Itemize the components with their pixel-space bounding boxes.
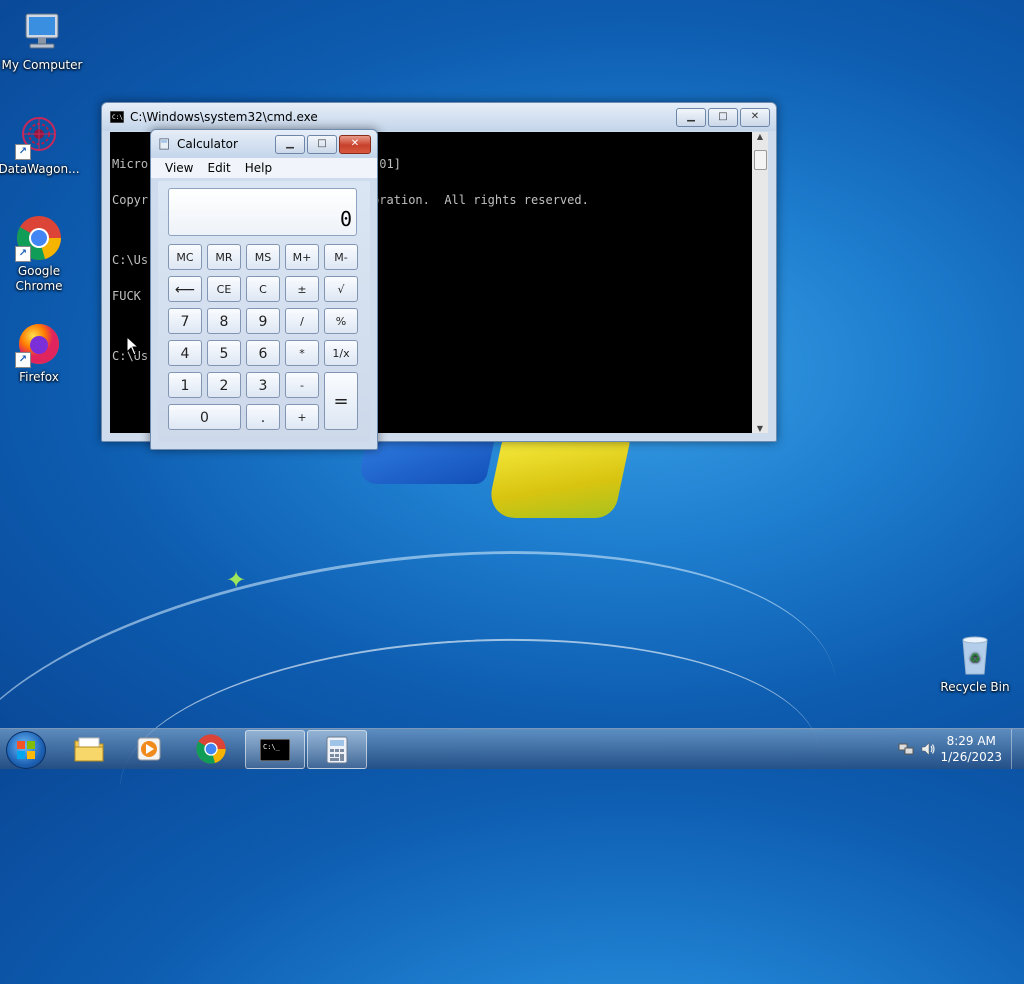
menu-edit[interactable]: Edit — [207, 161, 230, 175]
m-plus-button[interactable]: M+ — [285, 244, 319, 270]
calculator-menu-bar: View Edit Help — [151, 158, 377, 178]
digit-7-button[interactable]: 7 — [168, 308, 202, 334]
shortcut-arrow-icon: ↗ — [15, 246, 31, 262]
digit-8-button[interactable]: 8 — [207, 308, 241, 334]
media-player-icon — [137, 737, 161, 760]
cmd-scrollbar[interactable]: ▲ ▼ — [752, 132, 768, 433]
calculator-icon — [326, 736, 348, 763]
desktop-icon-google-chrome[interactable]: ↗ Google Chrome — [0, 214, 81, 294]
desktop-icon-label: Google Chrome — [15, 264, 63, 293]
digit-0-button[interactable]: 0 — [168, 404, 241, 430]
digit-5-button[interactable]: 5 — [207, 340, 241, 366]
ms-button[interactable]: MS — [246, 244, 280, 270]
plus-minus-button[interactable]: ± — [285, 276, 319, 302]
divide-button[interactable]: / — [285, 308, 319, 334]
mr-button[interactable]: MR — [207, 244, 241, 270]
wallpaper-sparkle: ✦ — [226, 566, 247, 594]
calculator-window[interactable]: Calculator ▁ □ ✕ View Edit Help 0 MC MR … — [150, 129, 378, 450]
reciprocal-button[interactable]: 1/x — [324, 340, 358, 366]
desktop-icon-firefox[interactable]: ↗ Firefox — [0, 320, 81, 385]
clock-date: 1/26/2023 — [940, 750, 1002, 764]
taskbar-calculator[interactable] — [307, 730, 367, 769]
desktop-icon-datawagon[interactable]: ↗ DataWagon... — [0, 112, 81, 177]
backspace-button[interactable]: ⟵ — [168, 276, 202, 302]
subtract-button[interactable]: - — [285, 372, 319, 398]
square-root-button[interactable]: √ — [324, 276, 358, 302]
start-button[interactable] — [6, 731, 46, 769]
chrome-icon — [196, 733, 226, 764]
calculator-icon — [159, 138, 169, 150]
firefox-icon: ↗ — [15, 320, 63, 368]
folder-icon — [74, 737, 104, 761]
minimize-button[interactable]: ▁ — [275, 134, 305, 154]
taskbar-cmd[interactable]: C:\_ — [245, 730, 305, 769]
clear-entry-button[interactable]: CE — [207, 276, 241, 302]
digit-2-button[interactable]: 2 — [207, 372, 241, 398]
multiply-button[interactable]: * — [285, 340, 319, 366]
recycle-bin-icon: ♻ — [951, 630, 999, 678]
system-tray: 8:29 AM 1/26/2023 — [884, 729, 1024, 769]
scroll-up-icon[interactable]: ▲ — [752, 132, 768, 141]
scroll-thumb[interactable] — [754, 150, 767, 170]
minimize-button[interactable]: ▁ — [676, 107, 706, 127]
calculator-body: 0 MC MR MS M+ M- ⟵ CE C ± √ 7 8 9 / % 4 … — [158, 181, 370, 442]
taskbar-chrome[interactable] — [182, 730, 240, 767]
maximize-button[interactable]: □ — [708, 107, 738, 127]
show-desktop-button[interactable] — [1011, 729, 1024, 769]
desktop-icon-recycle-bin[interactable]: ♻ Recycle Bin — [933, 630, 1017, 695]
chrome-icon: ↗ — [15, 214, 63, 262]
digit-1-button[interactable]: 1 — [168, 372, 202, 398]
cmd-title: C:\Windows\system32\cmd.exe — [130, 110, 318, 124]
svg-text:♻: ♻ — [970, 651, 981, 665]
mouse-cursor-icon — [126, 336, 140, 356]
close-button[interactable]: ✕ — [339, 134, 371, 154]
desktop-icon-label: Firefox — [19, 370, 59, 384]
digit-3-button[interactable]: 3 — [246, 372, 280, 398]
equals-button[interactable]: = — [324, 372, 358, 430]
cmd-icon: C:\_ — [260, 738, 290, 761]
calculator-title-bar[interactable]: Calculator ▁ □ ✕ — [151, 130, 377, 158]
clock-time: 8:29 AM — [946, 734, 996, 748]
add-button[interactable]: + — [285, 404, 319, 430]
mc-button[interactable]: MC — [168, 244, 202, 270]
percent-button[interactable]: % — [324, 308, 358, 334]
taskbar: C:\_ 8:29 AM 1/26/2023 — [0, 728, 1024, 769]
close-button[interactable]: ✕ — [740, 107, 770, 127]
volume-icon[interactable] — [920, 741, 936, 757]
cmd-icon: C:\ — [110, 111, 124, 123]
digit-4-button[interactable]: 4 — [168, 340, 202, 366]
desktop-icon-label: DataWagon... — [0, 162, 80, 176]
shortcut-arrow-icon: ↗ — [15, 352, 31, 368]
menu-help[interactable]: Help — [245, 161, 272, 175]
decimal-button[interactable]: . — [246, 404, 280, 430]
taskbar-media-player[interactable] — [120, 730, 178, 767]
shortcut-arrow-icon: ↗ — [15, 144, 31, 160]
svg-text:C:\: C:\ — [112, 114, 123, 121]
computer-icon — [18, 8, 66, 56]
svg-text:C:\_: C:\_ — [263, 743, 281, 751]
desktop-icon-label: My Computer — [1, 58, 83, 72]
m-minus-button[interactable]: M- — [324, 244, 358, 270]
desktop-icon-label: Recycle Bin — [940, 680, 1010, 694]
desktop-icon-my-computer[interactable]: My Computer — [0, 8, 84, 73]
network-icon[interactable] — [898, 741, 914, 757]
wallpaper-windows-logo-yellow — [485, 440, 631, 518]
cmd-title-bar[interactable]: C:\ C:\Windows\system32\cmd.exe ▁ □ ✕ — [102, 103, 776, 131]
clear-button[interactable]: C — [246, 276, 280, 302]
clock[interactable]: 8:29 AM 1/26/2023 — [940, 733, 1002, 765]
calculator-display: 0 — [168, 188, 357, 236]
digit-6-button[interactable]: 6 — [246, 340, 280, 366]
scroll-down-icon[interactable]: ▼ — [752, 424, 768, 433]
windows-logo-icon — [17, 741, 35, 759]
datawagon-icon: ↗ — [15, 112, 63, 160]
menu-view[interactable]: View — [165, 161, 193, 175]
maximize-button[interactable]: □ — [307, 134, 337, 154]
calculator-title: Calculator — [177, 137, 238, 151]
digit-9-button[interactable]: 9 — [246, 308, 280, 334]
taskbar-explorer[interactable] — [60, 730, 118, 767]
